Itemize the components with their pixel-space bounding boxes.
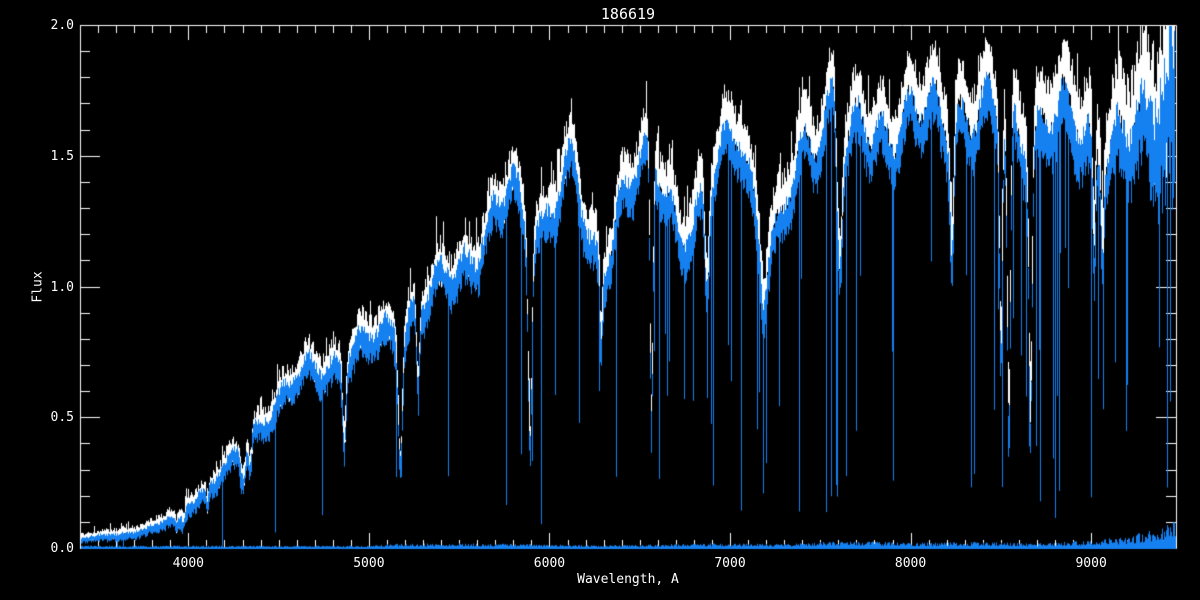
x-tick-label: 9000 (1061, 556, 1121, 571)
x-tick-label: 6000 (519, 556, 579, 571)
x-tick-label: 8000 (881, 556, 941, 571)
y-tick-label: 2.0 (28, 18, 74, 33)
plot-title: 186619 (528, 5, 728, 23)
spectrum-figure: 186619 Flux Wavelength, A 0.00.51.01.52.… (0, 0, 1200, 600)
x-tick-label: 4000 (158, 556, 218, 571)
x-axis-label: Wavelength, A (528, 572, 728, 587)
y-tick-label: 0.0 (28, 541, 74, 556)
y-tick-label: 1.0 (28, 280, 74, 295)
x-tick-label: 5000 (339, 556, 399, 571)
y-tick-label: 1.5 (28, 149, 74, 164)
y-tick-label: 0.5 (28, 410, 74, 425)
spectrum-plot-canvas (0, 0, 1200, 600)
x-tick-label: 7000 (700, 556, 760, 571)
